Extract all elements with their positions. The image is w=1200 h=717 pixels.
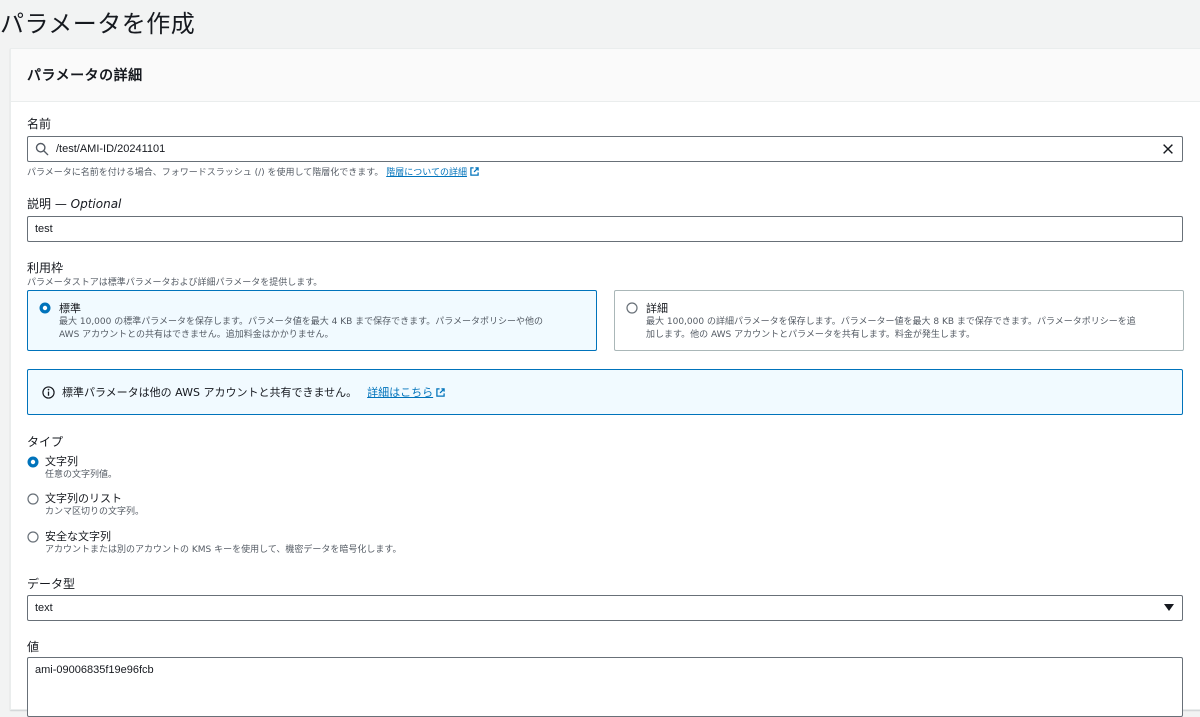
tier-option-standard-desc: 最大 10,000 の標準パラメータを保存します。パラメータ値を最大 4 KB … bbox=[59, 316, 586, 342]
tier-option-standard-title: 標準 bbox=[59, 302, 81, 315]
radio-selected[interactable] bbox=[39, 302, 51, 314]
type-option-secure-string-desc: アカウントまたは別のアカウントの KMS キーを使用して、機密データを暗号化しま… bbox=[45, 545, 402, 555]
tier-option-advanced[interactable]: 詳細 最大 100,000 の詳細パラメータを保存します。パラメーター値を最大 … bbox=[614, 290, 1184, 351]
type-option-secure-string[interactable]: 安全な文字列 アカウントまたは別のアカウントの KMS キーを使用して、機密デー… bbox=[27, 529, 401, 556]
optional-tag: Optional bbox=[70, 197, 122, 211]
hierarchy-details-link[interactable]: 階層についての詳細 bbox=[386, 167, 479, 178]
type-option-string[interactable]: 文字列 任意の文字列値。 bbox=[27, 454, 117, 481]
description-input[interactable]: test bbox=[27, 216, 1183, 242]
radio-unselected[interactable] bbox=[27, 531, 39, 543]
data-type-select[interactable]: text bbox=[27, 595, 1183, 621]
tier-option-advanced-desc: 最大 100,000 の詳細パラメータを保存します。パラメーター値を最大 8 K… bbox=[646, 316, 1173, 342]
radio-selected[interactable] bbox=[27, 456, 39, 468]
tier-option-advanced-title: 詳細 bbox=[646, 302, 668, 315]
tier-description: パラメータストアは標準パラメータおよび詳細パラメータを提供します。 bbox=[27, 278, 323, 288]
panel-header: パラメータの詳細 bbox=[11, 49, 1200, 102]
name-hint: パラメータに名前を付ける場合、フォワードスラッシュ (/) を使用して階層化でき… bbox=[27, 165, 479, 178]
data-type-select-value: text bbox=[35, 602, 53, 614]
type-option-string-list-desc: カンマ区切りの文字列。 bbox=[45, 507, 145, 517]
page-title: パラメータを作成 bbox=[0, 10, 196, 38]
tier-option-advanced-desc-line2: 加します。他の AWS アカウントとパラメータを共有します。料金が発生します。 bbox=[646, 330, 976, 340]
data-type-label: データ型 bbox=[27, 577, 76, 591]
name-input[interactable]: /test/AMI-ID/20241101 bbox=[27, 136, 1183, 162]
learn-more-link-label: 詳細はこちら bbox=[367, 386, 434, 399]
tier-option-standard-desc-line1: 最大 10,000 の標準パラメータを保存します。パラメータ値を最大 4 KB … bbox=[59, 317, 543, 327]
radio-unselected[interactable] bbox=[27, 493, 39, 505]
info-alert: 標準パラメータは他の AWS アカウントと共有できません。 詳細はこちら bbox=[27, 369, 1183, 415]
value-textarea[interactable]: ami-09006835f19e96fcb bbox=[27, 657, 1183, 717]
type-option-string-desc: 任意の文字列値。 bbox=[45, 470, 118, 480]
learn-more-link[interactable]: 詳細はこちら bbox=[367, 384, 445, 400]
type-option-string-list-title: 文字列のリスト bbox=[45, 492, 122, 505]
type-option-string-list[interactable]: 文字列のリスト カンマ区切りの文字列。 bbox=[27, 491, 144, 518]
parameter-details-panel: パラメータの詳細 名前 /test/AMI-ID/20241101 パラメータに… bbox=[10, 48, 1200, 717]
external-link-icon bbox=[436, 388, 445, 397]
type-option-secure-string-title: 安全な文字列 bbox=[45, 530, 111, 543]
info-alert-text: 標準パラメータは他の AWS アカウントと共有できません。 bbox=[62, 386, 358, 399]
tier-label: 利用枠 bbox=[27, 261, 64, 275]
tier-option-standard-desc-line2: AWS アカウントとの共有はできません。追加料金はかかりません。 bbox=[59, 330, 334, 340]
type-option-string-title: 文字列 bbox=[45, 455, 78, 468]
tier-option-advanced-desc-line1: 最大 100,000 の詳細パラメータを保存します。パラメーター値を最大 8 K… bbox=[646, 317, 1136, 327]
description-input-value: test bbox=[35, 223, 53, 235]
tier-option-standard[interactable]: 標準 最大 10,000 の標準パラメータを保存します。パラメータ値を最大 4 … bbox=[27, 290, 597, 351]
name-hint-text: パラメータに名前を付ける場合、フォワードスラッシュ (/) を使用して階層化でき… bbox=[27, 168, 384, 178]
hierarchy-details-link-label: 階層についての詳細 bbox=[386, 168, 467, 178]
panel-title: パラメータの詳細 bbox=[27, 68, 143, 84]
type-label: タイプ bbox=[27, 435, 64, 449]
description-label: 説明 — Optional bbox=[27, 195, 121, 212]
external-link-icon bbox=[470, 167, 479, 176]
description-label-text: 説明 — bbox=[27, 197, 71, 211]
info-icon bbox=[42, 385, 55, 399]
close-icon[interactable] bbox=[1161, 142, 1175, 156]
name-label: 名前 bbox=[27, 117, 52, 131]
name-input-value: /test/AMI-ID/20241101 bbox=[56, 143, 166, 155]
caret-down-icon bbox=[1164, 604, 1174, 611]
value-label: 値 bbox=[27, 640, 40, 654]
radio-unselected[interactable] bbox=[626, 302, 638, 314]
search-icon bbox=[35, 142, 49, 156]
